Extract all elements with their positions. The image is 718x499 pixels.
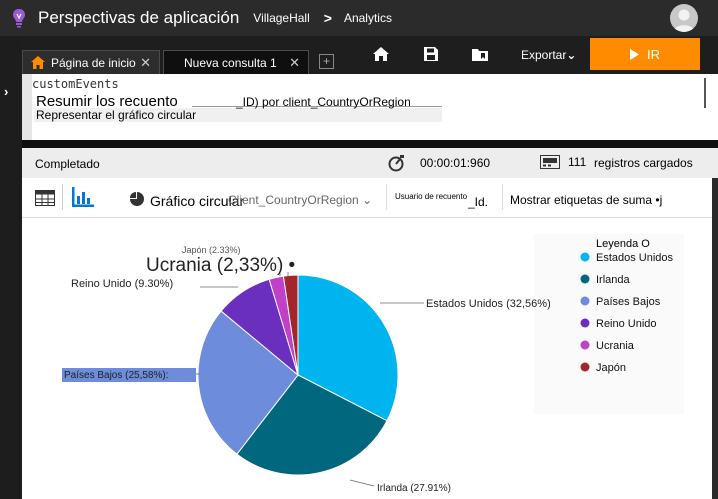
pie-chart-icon[interactable] xyxy=(130,192,144,211)
breadcrumb-villagehall[interactable]: VillageHall xyxy=(253,11,309,25)
show-sum-labels-toggle[interactable]: Mostrar etiquetas de suma •j xyxy=(510,193,662,207)
add-tab-button[interactable]: + xyxy=(319,54,334,69)
legend-title: Leyenda O xyxy=(596,238,650,250)
chevron-down-icon: ⌄ xyxy=(362,193,373,207)
records-loaded-label: registros cargados xyxy=(594,156,693,170)
breadcrumb-chevron-icon: > xyxy=(323,10,332,26)
chart-toolbar: Gráfico circular Client_CountryOrRegion … xyxy=(22,178,718,218)
play-icon xyxy=(630,48,639,60)
home-icon xyxy=(31,56,45,69)
tab-home[interactable]: Página de inicio ✕ xyxy=(22,50,160,74)
value-dropdown[interactable]: Usuario de recuento xyxy=(395,192,467,201)
record-count: 111 xyxy=(568,155,587,169)
title-bar: Perspectivas de aplicación VillageHall >… xyxy=(0,0,718,36)
split-by-value: Client_CountryOrRegion xyxy=(228,193,359,207)
editor-gutter xyxy=(22,74,32,140)
chart-area xyxy=(22,218,712,499)
expand-chevron-icon[interactable]: › xyxy=(4,84,8,99)
results-status-bar: Completado 00:00:01:960 111 registros ca… xyxy=(22,148,718,178)
chart-view-icon[interactable] xyxy=(72,187,94,212)
records-icon xyxy=(540,155,560,172)
app-title: Perspectivas de aplicación xyxy=(38,8,240,27)
right-edge xyxy=(712,178,718,499)
export-menu[interactable]: Exportar⌄ xyxy=(521,48,576,62)
app-insights-logo-icon xyxy=(6,0,32,36)
split-by-dropdown[interactable]: Client_CountryOrRegion ⌄ xyxy=(228,193,372,207)
tab-bar: Página de inicio ✕ Nueva consulta 1 ✕ + … xyxy=(22,36,718,74)
toolbar-divider xyxy=(62,184,63,210)
query-line-3: Representar el gráfico circular xyxy=(36,108,197,122)
elapsed-time: 00:00:01:960 xyxy=(420,156,491,170)
query-editor[interactable]: customEvents Resumir los recuento _ID) p… xyxy=(22,74,718,140)
query-line-1: customEvents xyxy=(32,77,119,91)
editor-results-divider[interactable] xyxy=(22,140,718,148)
legend-panel xyxy=(534,234,684,414)
open-folder-icon[interactable] xyxy=(470,44,490,64)
home-toolbar-icon[interactable] xyxy=(371,44,391,64)
save-icon[interactable] xyxy=(421,44,441,64)
tab-new-query-label: Nueva consulta 1 xyxy=(184,55,277,70)
breadcrumb-analytics[interactable]: Analytics xyxy=(344,11,392,25)
toolbar-divider xyxy=(502,184,503,210)
user-avatar[interactable] xyxy=(670,4,698,32)
run-button[interactable]: IR xyxy=(590,38,700,70)
close-icon[interactable]: ✕ xyxy=(289,55,300,71)
table-view-icon[interactable] xyxy=(35,190,55,211)
status-text: Completado xyxy=(35,157,100,171)
chevron-down-icon: ⌄ xyxy=(566,48,577,62)
toolbar-divider xyxy=(386,184,387,210)
run-label: IR xyxy=(647,46,660,62)
tab-new-query[interactable]: Nueva consulta 1 ✕ xyxy=(163,50,309,74)
editor-scrollbar[interactable] xyxy=(704,78,706,108)
export-label: Exportar xyxy=(521,48,567,62)
query-line-2-rest: _ID) por client_CountryOrRegion xyxy=(236,95,411,109)
tab-home-label: Página de inicio xyxy=(51,55,136,70)
value-dropdown-suffix: _Id. xyxy=(468,195,489,209)
timer-icon xyxy=(388,154,406,175)
close-icon[interactable]: ✕ xyxy=(140,55,151,71)
left-rail: › xyxy=(0,36,22,499)
